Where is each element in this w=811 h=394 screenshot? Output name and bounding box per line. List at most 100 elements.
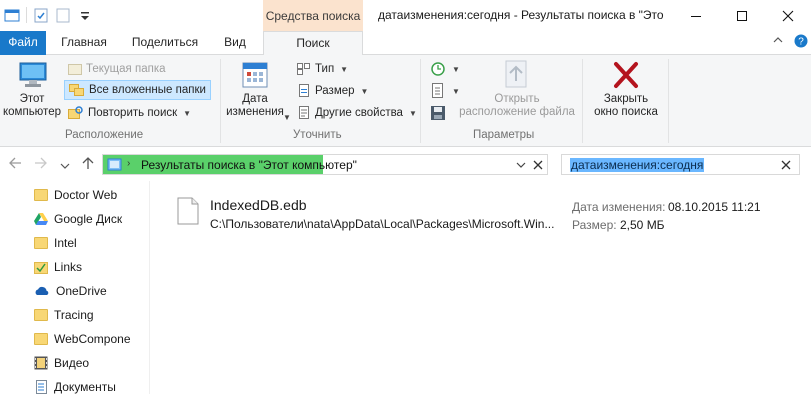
nav-item-google-drive[interactable]: Google Диск [34,208,122,230]
address-path: Результаты поиска в "Этот компьютер" [141,158,357,172]
nav-item-label: Links [54,260,83,274]
close-search-icon [614,62,638,88]
nav-item-webcomponents[interactable]: WebCompone [34,328,131,350]
size-button[interactable]: Размер ▼ [297,81,368,101]
computer-icon [19,62,47,87]
all-subfolders-button[interactable]: Все вложенные папки [64,80,211,100]
customize-toolbar-icon[interactable] [77,7,93,23]
other-properties-button[interactable]: Другие свойства ▼ [297,103,417,123]
close-icon [782,10,794,21]
date-modified-button[interactable]: Дата изменения [222,59,288,119]
navigation-pane: Doctor Web Google Диск Intel Links OneDr… [0,181,150,394]
chevron-down-icon: ▼ [283,113,291,122]
folder-icon [34,237,48,249]
links-folder-icon [34,261,48,274]
folder-icon [34,333,48,345]
tab-file[interactable]: Файл [0,31,46,55]
tab-home[interactable]: Главная [55,31,113,55]
result-file-name[interactable]: IndexedDB.edb [210,197,307,213]
toolbar-divider [26,7,27,23]
type-button[interactable]: Тип ▼ [297,59,348,79]
close-window-button[interactable] [765,0,811,31]
tab-share[interactable]: Поделиться [126,31,204,55]
chevron-down-icon: ▼ [183,108,192,118]
google-drive-icon [34,213,48,225]
forward-arrow-icon [35,157,47,169]
forward-button[interactable] [34,156,48,173]
file-icon[interactable] [177,197,199,225]
size-icon [299,84,309,97]
search-again-button[interactable]: Повторить поиск ▼ [68,103,191,123]
nav-item-doctor-web[interactable]: Doctor Web [34,184,117,206]
maximize-icon [737,10,747,21]
open-file-location-button[interactable]: Открыть расположение файла [458,59,576,119]
nav-item-links[interactable]: Links [34,256,82,278]
chevron-down-icon [60,163,70,169]
close-search-button[interactable]: Закрыть окно поиска [588,59,664,119]
new-folder-icon[interactable] [55,7,71,23]
nav-item-onedrive[interactable]: OneDrive [34,280,107,302]
recent-searches-button[interactable]: ▼ [430,59,460,79]
search-again-icon [68,106,83,119]
search-input[interactable]: датаизменения:сегодня [561,154,800,175]
folder-icon [68,64,82,75]
recent-searches-icon [431,62,445,76]
chevron-down-icon: ▼ [360,86,369,96]
search-again-label: Повторить поиск [88,107,178,119]
up-button[interactable] [81,156,95,173]
type-label: Тип [315,63,335,75]
tab-search[interactable]: Поиск [263,31,363,56]
advanced-options-button[interactable]: ▼ [430,81,460,101]
properties-icon[interactable] [33,7,49,23]
save-search-button[interactable] [430,103,446,123]
nav-item-label: Doctor Web [54,188,118,202]
open-file-location-label: Открыть расположение файла [459,93,575,118]
nav-item-label: Intel [54,236,77,250]
clear-search-icon[interactable] [780,159,792,171]
group-divider [668,59,669,143]
open-file-location-icon [505,60,527,88]
group-divider [420,59,421,143]
size-label: Размер [315,85,355,97]
maximize-button[interactable] [719,0,765,31]
close-icon [533,160,543,170]
search-query: датаизменения:сегодня [570,158,705,172]
nav-item-label: WebCompone [54,332,131,346]
nav-item-label: Видео [54,356,90,370]
onedrive-icon [35,286,49,295]
current-folder-button[interactable]: Текущая папка [68,59,166,79]
calendar-icon [242,62,268,88]
this-pc-label: Этот компьютер [3,93,61,118]
svg-text:?: ? [798,37,804,48]
quick-access-toolbar [4,7,93,23]
this-pc-button[interactable]: Этот компьютер [2,59,62,119]
nav-item-documents[interactable]: Документы [34,376,116,394]
recent-locations-button[interactable] [60,158,70,174]
address-dropdown-icon[interactable] [516,161,526,169]
nav-item-label: Google Диск [54,212,123,226]
result-file-path: C:\Пользователи\nata\AppData\Local\Packa… [210,217,555,231]
collapse-ribbon-icon[interactable] [773,35,783,48]
nav-item-tracing[interactable]: Tracing [34,304,94,326]
ribbon-panel: Этот компьютер Текущая папка Все вложенн… [0,55,811,147]
breadcrumb-chevron-icon: › [127,158,131,169]
stop-search-button[interactable] [530,157,546,173]
refine-group-label: Уточнить [293,129,342,141]
nav-item-video[interactable]: Видео [34,352,89,374]
chevron-down-icon: ▼ [408,108,417,118]
up-arrow-icon [82,157,94,169]
save-icon [431,106,445,120]
tab-view[interactable]: Вид [217,31,253,55]
help-icon[interactable]: ? [794,34,808,51]
all-subfolders-label: Все вложенные папки [89,84,206,96]
address-bar[interactable]: › Результаты поиска в "Этот компьютер" [102,154,548,175]
type-icon [297,63,310,75]
chevron-down-icon: ▼ [340,64,349,74]
back-button[interactable] [8,156,22,173]
title-bar: Средства поиска датаизменения:сегодня - … [0,0,811,31]
folder-icon [34,309,48,321]
nav-item-intel[interactable]: Intel [34,232,77,254]
search-tools-context-label: Средства поиска [263,0,363,31]
nav-item-label: OneDrive [56,284,107,298]
minimize-button[interactable] [673,0,719,31]
